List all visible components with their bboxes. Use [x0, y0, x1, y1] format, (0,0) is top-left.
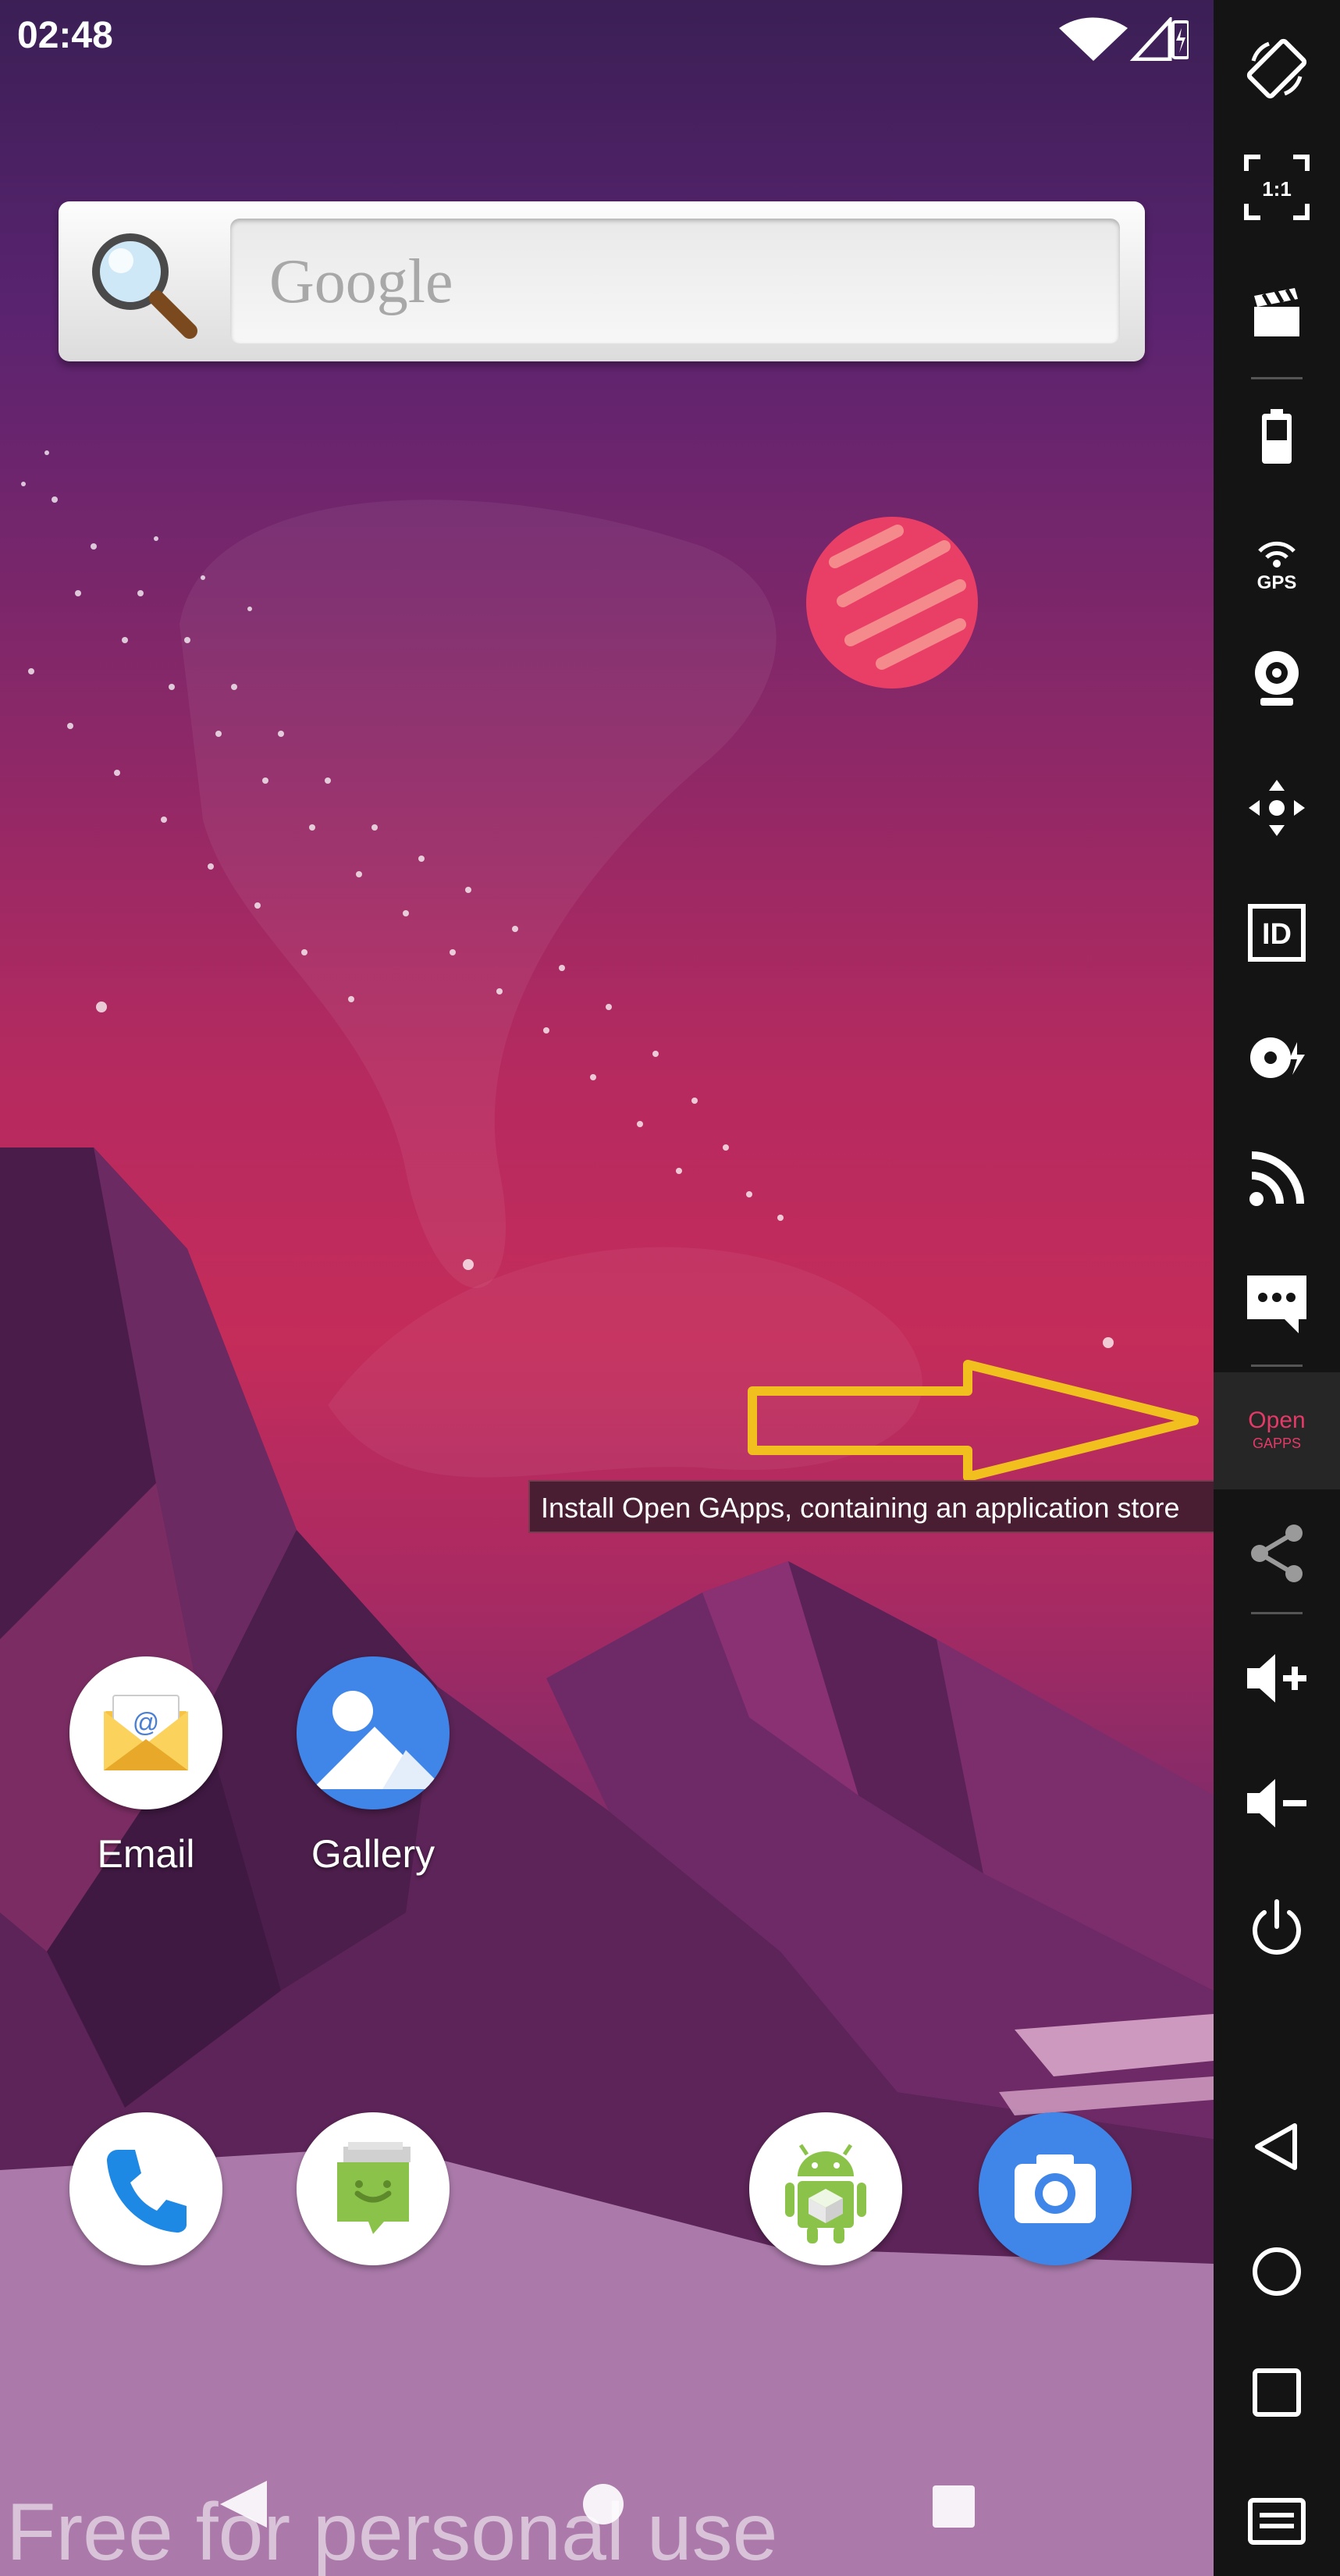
power-button[interactable]: [1214, 1881, 1340, 1975]
dock-messaging[interactable]: [279, 2112, 467, 2265]
email-icon: @: [69, 1656, 222, 1809]
open-gapps-button[interactable]: Open GAPPS: [1214, 1372, 1340, 1489]
back-button[interactable]: [1214, 2100, 1340, 2194]
search-placeholder: Google: [269, 247, 453, 316]
status-bar: 02:48: [0, 0, 1214, 78]
search-icon: [92, 233, 197, 339]
screencast-button[interactable]: [1214, 265, 1340, 359]
battery-icon: [1262, 409, 1292, 464]
battery-button[interactable]: [1214, 390, 1340, 484]
android-apk-icon: [749, 2112, 902, 2265]
google-search-widget[interactable]: Google: [59, 201, 1145, 361]
volume-up-button[interactable]: [1214, 1631, 1340, 1725]
open-gapps-icon: Open GAPPS: [1248, 1407, 1305, 1451]
home-button[interactable]: [1214, 2225, 1340, 2318]
webcam-icon: [1255, 651, 1299, 706]
dock-android-apk[interactable]: [732, 2112, 919, 2265]
divider: [1251, 1364, 1303, 1367]
phone-icon: [69, 2112, 222, 2265]
app-gallery[interactable]: Gallery: [279, 1656, 467, 1877]
signal-icon: [1129, 15, 1172, 62]
gallery-icon: [297, 1656, 450, 1809]
home-icon: [1253, 2247, 1301, 2296]
menu-button[interactable]: [1214, 2475, 1340, 2568]
search-input[interactable]: Google: [230, 219, 1120, 343]
share-icon: [1251, 1525, 1303, 1582]
app-label-email: Email: [97, 1832, 195, 1876]
power-icon: [1253, 1899, 1301, 1955]
gps-button[interactable]: GPS: [1214, 515, 1340, 609]
status-icons: [1056, 15, 1190, 65]
watermark: Free for personal use: [6, 2487, 778, 2576]
svg-text:1:1: 1:1: [1262, 177, 1292, 201]
pixel-perfect-button[interactable]: 1:1: [1214, 141, 1340, 234]
nav-recents-button[interactable]: [933, 2485, 975, 2528]
disk-io-icon: [1250, 1037, 1305, 1078]
sms-icon: [1247, 1276, 1306, 1333]
svg-text:ID: ID: [1262, 918, 1292, 951]
dock-camera[interactable]: [961, 2112, 1149, 2265]
annotation-arrow: [748, 1360, 1199, 1482]
dock-phone[interactable]: [52, 2112, 240, 2265]
divider: [1251, 377, 1303, 379]
messaging-icon: [297, 2112, 450, 2265]
rotate-icon: [1246, 38, 1307, 99]
pixel-perfect-icon: 1:1: [1244, 155, 1310, 220]
divider: [1251, 1612, 1303, 1614]
svg-text:GPS: GPS: [1257, 572, 1297, 593]
webcam-button[interactable]: [1214, 632, 1340, 726]
back-icon: [1255, 2123, 1297, 2170]
sms-button[interactable]: [1214, 1257, 1340, 1350]
network-button[interactable]: [1214, 1132, 1340, 1226]
share-button[interactable]: [1214, 1507, 1340, 1600]
tooltip: Install Open GApps, containing an applic…: [528, 1480, 1214, 1533]
app-label-gallery: Gallery: [311, 1832, 435, 1876]
remote-control-button[interactable]: [1214, 761, 1340, 855]
device-id-icon: ID: [1248, 904, 1306, 962]
screencast-icon: [1254, 288, 1299, 336]
gps-icon: GPS: [1257, 541, 1297, 593]
app-email[interactable]: @ Email: [52, 1656, 240, 1877]
wifi-icon: [1059, 17, 1128, 61]
network-icon: [1249, 1151, 1304, 1206]
rotate-button[interactable]: [1214, 22, 1340, 116]
camera-icon: [979, 2112, 1132, 2265]
recent-apps-button[interactable]: [1214, 2346, 1340, 2439]
disk-io-button[interactable]: [1214, 1011, 1340, 1105]
volume-down-button[interactable]: [1214, 1756, 1340, 1850]
clock: 02:48: [17, 15, 113, 56]
android-home-screen: 02:48 Google @ Email Gallery Free for pe…: [0, 0, 1214, 2576]
volume-down-icon: [1247, 1779, 1306, 1827]
device-id-button[interactable]: ID: [1214, 886, 1340, 980]
battery-charging-icon: [1171, 20, 1190, 59]
genymotion-toolbar: 1:1 GPS ID Open GAPPS: [1214, 0, 1340, 2576]
svg-text:Open: Open: [1248, 1407, 1305, 1433]
volume-up-icon: [1247, 1654, 1306, 1703]
remote-control-icon: [1249, 780, 1305, 836]
svg-text:@: @: [133, 1708, 160, 1738]
menu-icon: [1248, 2498, 1306, 2545]
recent-apps-icon: [1253, 2368, 1301, 2417]
svg-text:GAPPS: GAPPS: [1253, 1436, 1301, 1451]
